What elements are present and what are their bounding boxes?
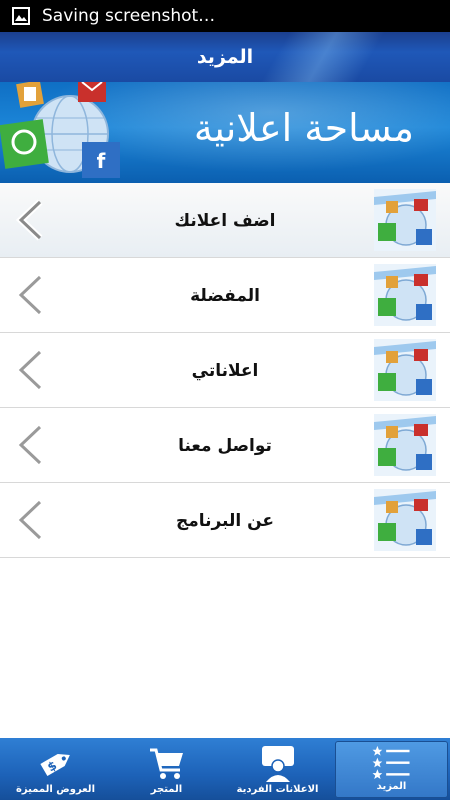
menu-list: اضف اعلانك المفضلة اعلاناتي تواصل معنا ع… <box>0 183 450 558</box>
social-globe-thumbnail <box>374 414 436 476</box>
menu-item-label: تواصل معنا <box>178 435 272 456</box>
star-list-icon <box>372 745 410 779</box>
menu-item-contact-us[interactable]: تواصل معنا <box>0 408 450 483</box>
menu-item-label: اضف اعلانك <box>174 210 276 231</box>
chevron-left-icon <box>16 499 43 541</box>
chevron-left-icon <box>16 199 43 241</box>
menu-item-about[interactable]: عن البرنامج <box>0 483 450 558</box>
status-text: Saving screenshot… <box>42 6 216 26</box>
tab-label: الاعلانات الفردية <box>236 784 319 795</box>
social-globe-thumbnail <box>374 489 436 551</box>
tab-more[interactable]: المزيد <box>335 741 448 798</box>
svg-text:f: f <box>97 149 106 173</box>
price-tag-icon: $ <box>39 753 70 777</box>
menu-item-add-ad[interactable]: اضف اعلانك <box>0 183 450 258</box>
chevron-left-icon <box>16 274 43 316</box>
menu-item-label: اعلاناتي <box>191 360 259 381</box>
banner-title: مساحة اعلانية <box>193 106 414 150</box>
tab-store[interactable]: المتجر <box>111 738 222 800</box>
status-bar: Saving screenshot… <box>0 0 450 32</box>
tab-label: المزيد <box>376 781 407 792</box>
social-globe-logo: f <box>0 82 120 178</box>
menu-item-label: عن البرنامج <box>175 510 275 531</box>
tab-label: المتجر <box>150 784 183 795</box>
shopping-cart-icon <box>149 748 183 779</box>
social-globe-thumbnail <box>374 339 436 401</box>
page-title: المزيد <box>196 46 254 68</box>
title-bar: المزيد <box>0 32 450 82</box>
menu-item-my-ads[interactable]: اعلاناتي <box>0 333 450 408</box>
image-icon <box>12 7 30 25</box>
tab-featured-offers[interactable]: $ العروض المميزة <box>0 738 111 800</box>
social-globe-thumbnail <box>374 189 436 251</box>
chevron-left-icon <box>16 349 43 391</box>
chevron-left-icon <box>16 424 43 466</box>
bottom-tab-bar: $ العروض المميزة المتجر الاعلانات الفردي… <box>0 738 450 800</box>
ad-banner[interactable]: f مساحة اعلانية <box>0 82 450 183</box>
tab-individual-ads[interactable]: الاعلانات الفردية <box>222 738 333 800</box>
menu-item-favorites[interactable]: المفضلة <box>0 258 450 333</box>
social-globe-thumbnail <box>374 264 436 326</box>
tab-label: العروض المميزة <box>16 784 95 795</box>
menu-item-label: المفضلة <box>190 285 260 306</box>
person-speech-icon <box>261 746 294 782</box>
